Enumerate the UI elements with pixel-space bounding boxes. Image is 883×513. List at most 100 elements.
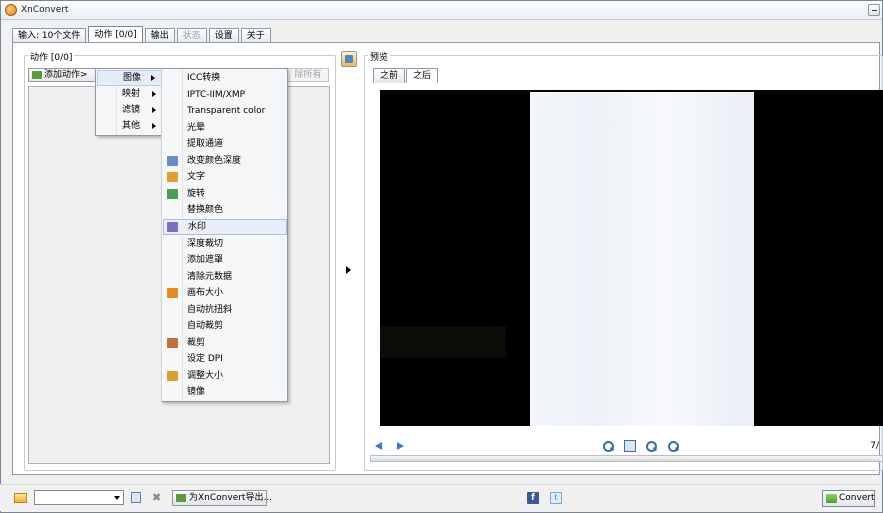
text-icon xyxy=(167,172,178,183)
tab-about[interactable]: 关于 xyxy=(240,28,271,43)
submenu-item[interactable]: 提取通道 xyxy=(163,136,287,152)
add-action-label: 添加动作> xyxy=(44,70,88,80)
submenu-item-label: 文字 xyxy=(187,172,206,183)
submenu-item-label: ICC转换 xyxy=(187,73,221,83)
submenu-item[interactable]: 自动抗扭斜 xyxy=(163,302,287,318)
submenu-item-label: 提取通道 xyxy=(187,139,224,150)
crop-icon xyxy=(167,337,178,348)
menu-item-image[interactable]: 图像 xyxy=(97,70,162,86)
preview-toolbar: 7/ xyxy=(370,438,883,456)
submenu-arrow-icon xyxy=(151,75,155,81)
submenu-item-label: 清除元数据 xyxy=(187,271,233,282)
next-image-icon[interactable] xyxy=(394,440,406,452)
zoom-out-icon[interactable] xyxy=(667,440,679,452)
submenu-item[interactable]: 旋转 xyxy=(163,186,287,202)
submenu-item-label: 水印 xyxy=(188,221,207,232)
preview-tab-bar: 之前 之后 xyxy=(373,68,439,83)
menu-item-label: 图像 xyxy=(123,73,142,83)
submenu-item[interactable]: 镜像 xyxy=(163,384,287,400)
rotate-icon xyxy=(167,188,178,199)
preview-dark-region xyxy=(380,326,506,358)
submenu-item-label: 设定 DPI xyxy=(187,354,223,365)
open-folder-icon[interactable] xyxy=(14,493,27,503)
tab-before[interactable]: 之前 xyxy=(373,68,406,83)
color-depth-icon xyxy=(167,155,178,166)
fit-to-window-icon[interactable] xyxy=(624,440,636,452)
submenu-item-label: IPTC-IIM/XMP xyxy=(187,89,246,100)
submenu-item-label: 替换颜色 xyxy=(187,205,224,216)
convert-icon xyxy=(826,494,837,503)
submenu-item[interactable]: 添加遮罩 xyxy=(163,252,287,268)
export-button[interactable]: 为XnConvert导出... xyxy=(172,490,272,506)
submenu-arrow-icon xyxy=(152,123,156,129)
submenu-item[interactable]: 清除元数据 xyxy=(163,269,287,285)
submenu-item[interactable]: 改变颜色深度 xyxy=(163,153,287,169)
submenu-item[interactable]: 水印 xyxy=(163,218,287,235)
tab-settings[interactable]: 设置 xyxy=(208,28,239,43)
menu-item-label: 滤镜 xyxy=(122,105,141,115)
preview-group-label: 预览 xyxy=(368,50,391,63)
window-title: XnConvert xyxy=(21,5,69,15)
submenu-item[interactable]: 文字 xyxy=(163,169,287,185)
submenu-item-label: 调整大小 xyxy=(187,370,224,381)
preview-toggle-button[interactable] xyxy=(341,51,357,67)
export-icon xyxy=(176,494,186,502)
submenu-item-label: 自动裁剪 xyxy=(187,321,224,332)
tab-input[interactable]: 输入: 10个文件 xyxy=(12,28,87,43)
submenu-item[interactable]: 替换颜色 xyxy=(163,202,287,218)
preview-horizontal-scrollbar[interactable] xyxy=(370,455,883,462)
menu-item-misc[interactable]: 其他 xyxy=(97,118,162,134)
submenu-item[interactable]: 设定 DPI xyxy=(163,351,287,367)
main-tab-bar: 输入: 10个文件 动作 [0/0] 输出 状态 设置 关于 xyxy=(12,26,273,43)
zoom-in-icon[interactable] xyxy=(602,440,614,452)
menu-item-map[interactable]: 映射 xyxy=(97,86,162,102)
menu-item-label: 映射 xyxy=(122,89,141,99)
menu-item-label: 其他 xyxy=(122,121,141,131)
tab-after[interactable]: 之后 xyxy=(406,68,439,83)
actions-group-label: 动作 [0/0] xyxy=(28,50,75,63)
collapse-arrow-icon[interactable] xyxy=(346,266,351,274)
resize-icon xyxy=(167,370,178,381)
twitter-icon[interactable]: t xyxy=(550,492,562,504)
remove-all-button[interactable]: 除所有 xyxy=(287,68,329,82)
submenu-item[interactable]: IPTC-IIM/XMP xyxy=(163,87,287,103)
image-actions-submenu: ICC转换 IPTC-IIM/XMP Transparent color 光晕提取通道… xyxy=(161,68,288,402)
submenu-item-label: 自动抗扭斜 xyxy=(187,304,233,315)
scrollbar-thumb[interactable] xyxy=(371,456,880,461)
add-action-icon xyxy=(32,71,42,79)
minimize-button[interactable] xyxy=(868,4,880,16)
convert-button[interactable]: Convert xyxy=(822,490,875,507)
save-preset-icon[interactable] xyxy=(131,492,141,503)
delete-preset-icon[interactable]: ✖ xyxy=(152,491,161,504)
submenu-item-label: 深度裁切 xyxy=(187,238,224,249)
submenu-item[interactable]: ICC转换 xyxy=(163,70,287,86)
submenu-arrow-icon xyxy=(152,107,156,113)
previous-image-icon[interactable] xyxy=(374,440,386,452)
bottom-toolbar: ✖ 为XnConvert导出... f t Convert xyxy=(0,484,881,511)
tab-output[interactable]: 输出 xyxy=(144,28,175,43)
facebook-icon[interactable]: f xyxy=(527,492,539,504)
submenu-item-label: 裁剪 xyxy=(187,337,206,348)
preset-dropdown[interactable] xyxy=(34,490,124,505)
submenu-item[interactable]: 光晕 xyxy=(163,120,287,136)
add-action-category-menu: 图像 映射 滤镜 其他 xyxy=(95,68,163,136)
submenu-item[interactable]: Transparent color xyxy=(163,103,287,119)
menu-item-filter[interactable]: 滤镜 xyxy=(97,102,162,118)
zoom-1to1-icon[interactable] xyxy=(645,440,657,452)
submenu-item-label: 旋转 xyxy=(187,188,206,199)
tab-actions[interactable]: 动作 [0/0] xyxy=(88,26,143,43)
submenu-item[interactable]: 画布大小 xyxy=(163,285,287,301)
convert-label: Convert xyxy=(839,493,875,503)
add-action-button[interactable]: 添加动作> xyxy=(28,68,96,82)
submenu-item[interactable]: 深度裁切 xyxy=(163,236,287,252)
submenu-arrow-icon xyxy=(152,91,156,97)
watermark-icon xyxy=(167,221,178,232)
preview-canvas[interactable] xyxy=(380,90,883,426)
submenu-item-label: 画布大小 xyxy=(187,288,224,299)
tab-status: 状态 xyxy=(176,28,207,43)
submenu-item[interactable]: 自动裁剪 xyxy=(163,318,287,334)
preview-image xyxy=(530,92,754,426)
submenu-item[interactable]: 调整大小 xyxy=(163,368,287,384)
submenu-item-label: Transparent color xyxy=(187,106,266,117)
submenu-item[interactable]: 裁剪 xyxy=(163,335,287,351)
